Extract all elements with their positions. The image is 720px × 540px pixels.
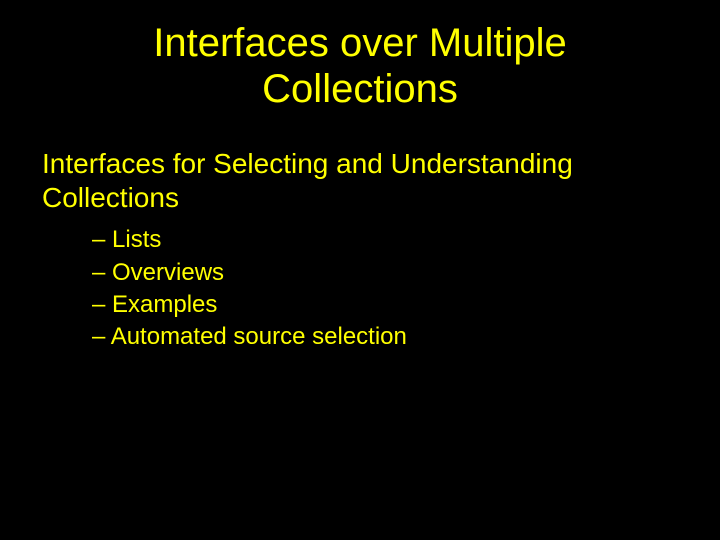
bullet-list: – Lists – Overviews – Examples – Automat…	[0, 214, 720, 354]
slide: Interfaces over Multiple Collections Int…	[0, 0, 720, 540]
list-item: – Automated source selection	[92, 321, 720, 353]
list-item: – Lists	[92, 224, 720, 256]
list-item: – Examples	[92, 289, 720, 321]
slide-title: Interfaces over Multiple Collections	[0, 0, 720, 112]
subtitle-line-1: Interfaces for Selecting and Understandi…	[42, 147, 680, 181]
subtitle-line-2: Collections	[42, 181, 680, 215]
slide-subtitle: Interfaces for Selecting and Understandi…	[0, 112, 720, 214]
list-item: – Overviews	[92, 257, 720, 289]
title-line-1: Interfaces over Multiple	[0, 20, 720, 66]
title-line-2: Collections	[0, 66, 720, 112]
